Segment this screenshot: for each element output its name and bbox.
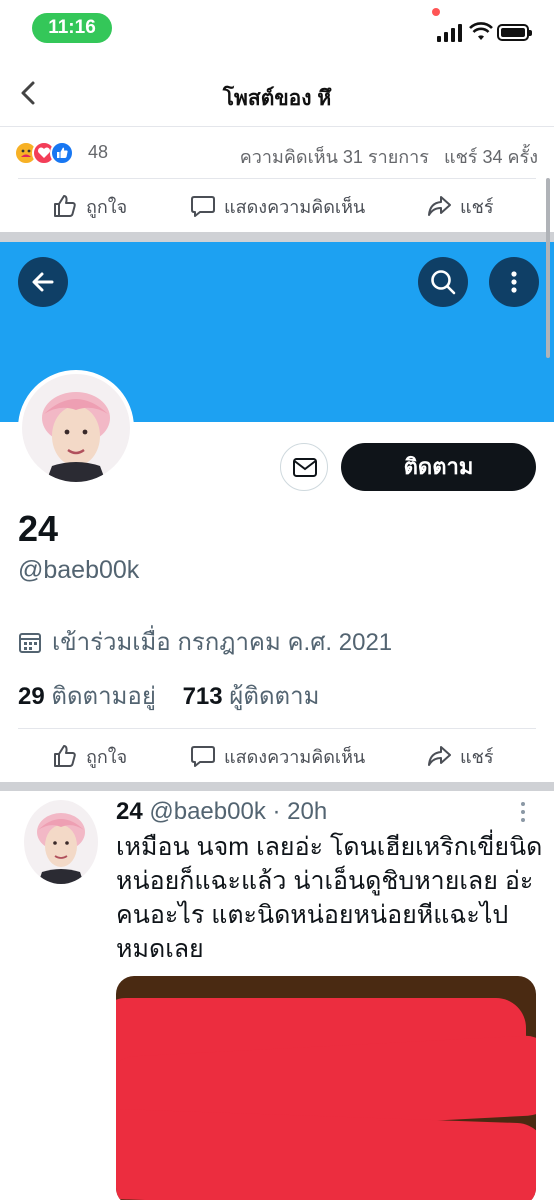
share-label: แชร์ xyxy=(460,746,494,767)
comment-label: แสดงความคิดเห็น xyxy=(224,196,366,217)
like-button-2[interactable]: ถูกใจ xyxy=(52,729,127,783)
like-icon xyxy=(54,195,76,217)
share-button-2[interactable]: แชร์ xyxy=(426,729,494,783)
joined-text: เข้าร่วมเมื่อ กรกฎาคม ค.ศ. 2021 xyxy=(52,629,393,656)
avatar-photo xyxy=(22,374,130,482)
shares-count[interactable]: แชร์ 34 ครั้ง xyxy=(444,147,538,167)
page-title: โพสต์ของ หึ xyxy=(222,87,332,110)
profile-avatar[interactable] xyxy=(18,370,134,486)
calendar-icon xyxy=(19,632,41,653)
followers-label: ผู้ติดตาม xyxy=(229,683,320,710)
profile-handle: @baeb00k xyxy=(18,556,140,584)
joined-date: เข้าร่วมเมื่อ กรกฎาคม ค.ศ. 2021 xyxy=(18,622,392,661)
share-button[interactable]: แชร์ xyxy=(426,179,494,233)
reaction-icons xyxy=(14,141,84,165)
followers-stat[interactable]: 713 ผู้ติดตาม xyxy=(183,683,320,710)
mail-icon xyxy=(293,458,317,477)
message-button[interactable] xyxy=(280,443,328,491)
arrow-left-icon xyxy=(32,272,54,292)
comment-icon xyxy=(191,196,215,217)
share-label: แชร์ xyxy=(460,196,494,217)
cell-signal-icon xyxy=(437,24,462,42)
more-button[interactable] xyxy=(489,257,539,307)
tweet-media[interactable] xyxy=(116,976,536,1200)
comment-icon xyxy=(191,746,215,767)
status-time: 11:16 xyxy=(32,13,112,43)
following-stat[interactable]: 29 ติดตามอยู่ xyxy=(18,683,156,710)
status-bar: 11:16 xyxy=(0,0,554,60)
follow-button[interactable]: ติดตาม xyxy=(341,443,536,491)
battery-icon xyxy=(497,24,532,41)
share-icon xyxy=(428,746,451,766)
wifi-icon xyxy=(469,22,493,40)
section-divider-2 xyxy=(0,782,554,791)
following-count: 29 xyxy=(18,683,45,710)
reactions-summary[interactable]: 48 ความคิดเห็น 31 รายการ แชร์ 34 ครั้ง xyxy=(0,126,554,178)
follow-stats: 29 ติดตามอยู่ 713 ผู้ติดตาม xyxy=(18,676,319,715)
tweet-more-icon[interactable] xyxy=(518,800,528,824)
search-button[interactable] xyxy=(418,257,468,307)
like-icon xyxy=(54,745,76,767)
tweet-author-name[interactable]: 24 xyxy=(116,798,143,825)
recording-dot-icon xyxy=(432,8,440,16)
following-label: ติดตามอยู่ xyxy=(51,683,156,710)
like-button[interactable]: ถูกใจ xyxy=(52,179,127,233)
more-vertical-icon xyxy=(511,271,517,293)
comments-shares-summary[interactable]: ความคิดเห็น 31 รายการ แชร์ 34 ครั้ง xyxy=(240,142,538,171)
like-label: ถูกใจ xyxy=(86,746,128,767)
post-header: โพสต์ของ หึ xyxy=(0,60,554,126)
comment-label: แสดงความคิดเห็น xyxy=(224,746,366,767)
post-actions: ถูกใจ แสดงความคิดเห็น แชร์ xyxy=(18,178,536,232)
redaction-mark xyxy=(116,1108,536,1200)
scrollbar[interactable] xyxy=(546,178,550,358)
comments-count[interactable]: ความคิดเห็น 31 รายการ xyxy=(240,147,429,167)
thumbs-up-icon xyxy=(50,141,74,165)
comment-button[interactable]: แสดงความคิดเห็น xyxy=(190,179,365,233)
search-icon xyxy=(431,270,456,295)
profile-name: 24 xyxy=(18,508,59,549)
reaction-count: 48 xyxy=(88,142,109,162)
tweet-handle-time: @baeb00k · 20h xyxy=(149,798,328,825)
comment-button-2[interactable]: แสดงความคิดเห็น xyxy=(190,729,365,783)
tweet-avatar[interactable] xyxy=(24,800,98,884)
section-divider xyxy=(0,232,554,242)
share-icon xyxy=(428,196,451,216)
tweet-header: 24 @baeb00k · 20h xyxy=(116,798,327,826)
followers-count: 713 xyxy=(182,683,223,710)
tweet-text: เหมือน นจm เลยอ่ะ โดนเฮียเหริกเขี่ยนิดหน… xyxy=(116,833,543,963)
post-actions-2: ถูกใจ แสดงความคิดเห็น แชร์ xyxy=(18,728,536,782)
back-button[interactable] xyxy=(18,257,68,307)
avatar-photo xyxy=(24,800,98,884)
like-label: ถูกใจ xyxy=(86,196,128,217)
